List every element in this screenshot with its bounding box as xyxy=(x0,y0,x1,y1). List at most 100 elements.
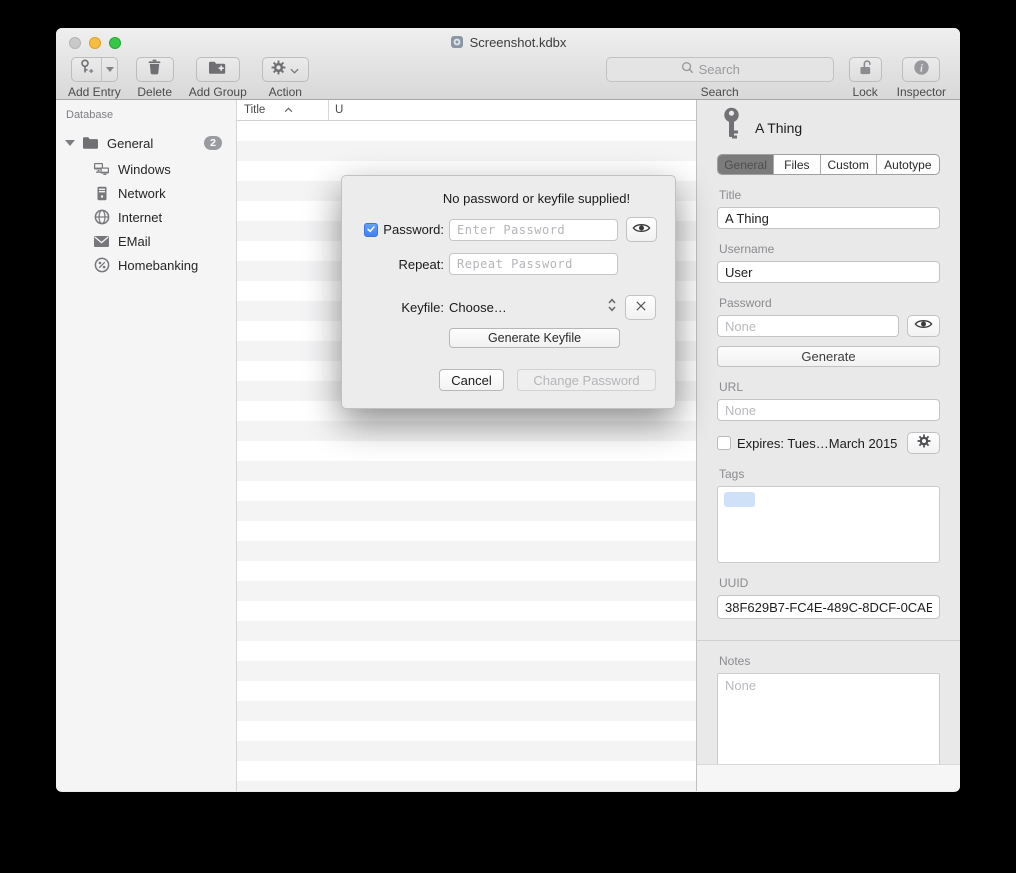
key-icon xyxy=(721,107,742,150)
inspector-panel: A Thing General Files Custom Autotype Ti… xyxy=(696,100,960,791)
sidebar-item-homebanking[interactable]: Homebanking xyxy=(56,253,236,277)
add-entry-button[interactable] xyxy=(72,58,101,81)
search-field[interactable] xyxy=(606,57,834,82)
stepper-icon xyxy=(607,297,617,318)
svg-text:i: i xyxy=(920,63,923,74)
window-title-bar: Screenshot.kdbx xyxy=(56,28,960,56)
eye-icon xyxy=(914,317,933,335)
generate-password-button[interactable]: Generate xyxy=(717,346,940,367)
reveal-password-button[interactable] xyxy=(907,315,940,337)
window-title: Screenshot.kdbx xyxy=(470,35,567,50)
sidebar-item-email[interactable]: EMail xyxy=(56,229,236,253)
inspector-tabs: General Files Custom Autotype xyxy=(717,154,940,175)
toolbar-lock: Lock xyxy=(849,57,882,99)
sidebar-item-internet[interactable]: Internet xyxy=(56,205,236,229)
eye-icon xyxy=(632,221,651,239)
sort-ascending-icon xyxy=(284,104,324,116)
add-entry-label: Add Entry xyxy=(68,85,121,99)
cancel-button[interactable]: Cancel xyxy=(439,369,504,391)
tags-label: Tags xyxy=(719,467,940,481)
chevron-down-icon xyxy=(290,61,299,79)
tab-autotype[interactable]: Autotype xyxy=(876,155,939,174)
search-input[interactable] xyxy=(699,62,759,77)
search-label: Search xyxy=(701,85,739,99)
toolbar-delete: Delete xyxy=(136,57,174,99)
gear-icon xyxy=(271,60,286,80)
clear-keyfile-button[interactable] xyxy=(625,295,656,320)
show-password-button[interactable] xyxy=(626,217,657,242)
sidebar-group-label: General xyxy=(107,136,204,151)
tab-custom[interactable]: Custom xyxy=(820,155,876,174)
close-x-icon xyxy=(635,299,647,317)
url-field[interactable] xyxy=(717,399,940,421)
change-password-button[interactable]: Change Password xyxy=(517,369,656,391)
tab-files[interactable]: Files xyxy=(773,155,820,174)
column-header-username[interactable]: U xyxy=(329,100,696,120)
url-label: URL xyxy=(719,380,940,394)
sidebar-item-network[interactable]: Network xyxy=(56,181,236,205)
sidebar-item-label: Homebanking xyxy=(118,258,198,273)
delete-button[interactable] xyxy=(136,57,174,82)
expires-settings-button[interactable] xyxy=(907,432,940,454)
inspector-button[interactable]: i xyxy=(902,57,940,82)
inspector-label: Inspector xyxy=(897,85,946,99)
entry-count-badge: 2 xyxy=(204,136,222,150)
action-button[interactable] xyxy=(262,57,309,82)
add-entry-dropdown-button[interactable] xyxy=(101,58,117,81)
window-chrome: Screenshot.kdbx Add Entry Delete xyxy=(56,28,960,100)
key-plus-icon xyxy=(79,59,95,80)
unlock-icon xyxy=(858,59,873,81)
info-icon: i xyxy=(913,59,930,81)
network-icon xyxy=(93,186,110,201)
sidebar-group-general[interactable]: General 2 xyxy=(56,132,236,154)
toolbar-inspector: i Inspector xyxy=(897,57,946,99)
homebanking-icon xyxy=(93,257,110,273)
password-checkbox[interactable] xyxy=(364,223,378,237)
app-window: Screenshot.kdbx Add Entry Delete xyxy=(56,28,960,792)
sidebar: Database General 2 Windows Network Inter… xyxy=(56,100,237,791)
expires-checkbox[interactable] xyxy=(717,436,731,450)
add-group-label: Add Group xyxy=(189,85,247,99)
search-icon xyxy=(681,61,694,79)
sidebar-header: Database xyxy=(56,109,236,121)
sidebar-item-windows[interactable]: Windows xyxy=(56,157,236,181)
lock-button[interactable] xyxy=(849,57,882,82)
expires-label: Expires: Tues…March 2015 xyxy=(737,436,907,451)
generate-keyfile-button[interactable]: Generate Keyfile xyxy=(449,328,620,348)
title-label: Title xyxy=(719,188,940,202)
keyfile-popup[interactable]: Choose… xyxy=(449,297,617,318)
disclosure-triangle-icon[interactable] xyxy=(65,140,75,146)
toolbar-add-group: Add Group xyxy=(189,57,247,99)
username-field[interactable] xyxy=(717,261,940,283)
title-field[interactable] xyxy=(717,207,940,229)
delete-label: Delete xyxy=(137,85,172,99)
document-icon xyxy=(450,35,464,49)
email-icon xyxy=(93,235,110,248)
tag-chip[interactable] xyxy=(724,492,755,507)
column-header-title[interactable]: Title xyxy=(237,100,329,120)
tags-field[interactable] xyxy=(717,486,940,563)
inspector-footer xyxy=(697,764,960,791)
checkmark-icon xyxy=(366,221,376,239)
dialog-password-label: Password: xyxy=(383,222,444,237)
sidebar-item-label: Internet xyxy=(118,210,162,225)
uuid-field[interactable] xyxy=(717,595,940,619)
notes-field[interactable] xyxy=(717,673,940,768)
entry-title: A Thing xyxy=(755,120,802,136)
toolbar-search: Search xyxy=(606,57,834,99)
sidebar-item-label: EMail xyxy=(118,234,151,249)
trash-icon xyxy=(147,59,162,80)
repeat-password-input[interactable] xyxy=(449,253,618,275)
windows-icon xyxy=(93,162,110,176)
gear-icon xyxy=(917,434,931,453)
enter-password-input[interactable] xyxy=(449,219,618,241)
password-field[interactable] xyxy=(717,315,899,337)
add-group-button[interactable] xyxy=(196,57,240,82)
toolbar-action: Action xyxy=(262,57,309,99)
sidebar-item-label: Network xyxy=(118,186,166,201)
tab-general[interactable]: General xyxy=(718,155,773,174)
action-label: Action xyxy=(269,85,302,99)
internet-icon xyxy=(93,209,110,225)
toolbar-add-entry: Add Entry xyxy=(68,57,121,99)
divider xyxy=(697,640,960,641)
